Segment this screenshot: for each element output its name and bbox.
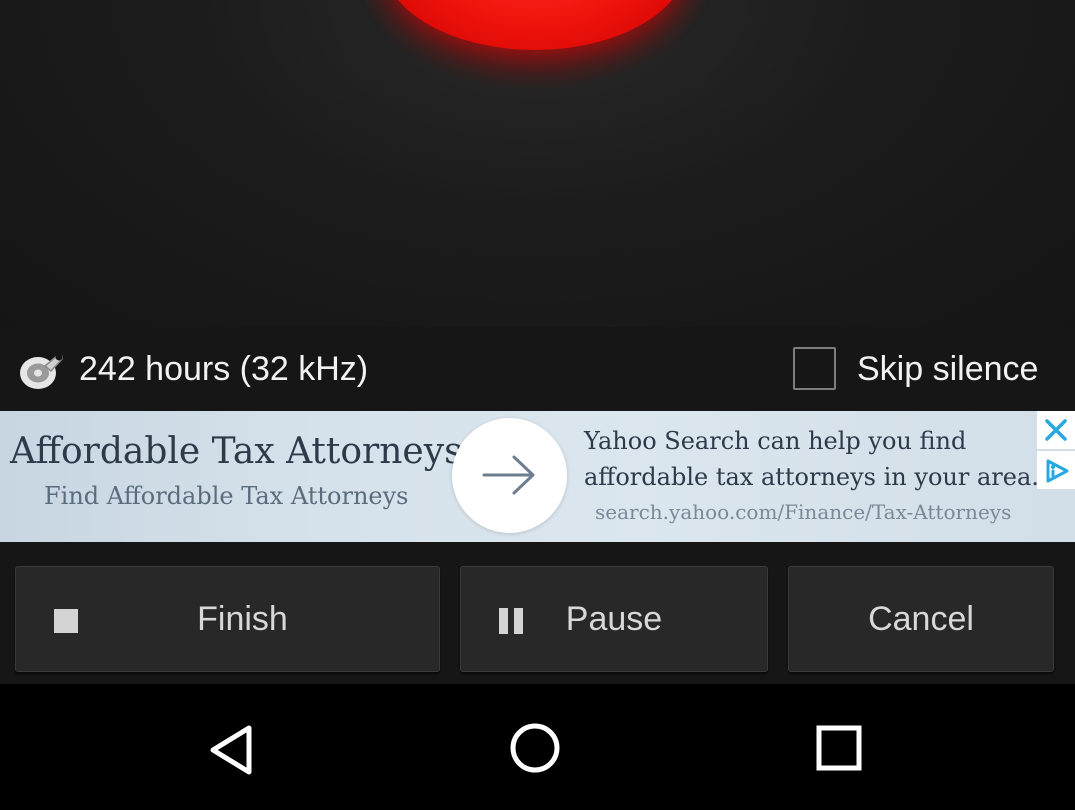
skip-silence-label[interactable]: Skip silence [857,347,1038,391]
pause-label: Pause [565,599,663,638]
skip-silence-checkbox[interactable] [793,347,836,390]
ad-banner[interactable]: Affordable Tax Attorneys Find Affordable… [0,411,1075,542]
home-circle-icon[interactable] [507,722,563,778]
ad-arrow-button[interactable] [452,418,567,533]
finish-label: Finish [197,599,288,638]
recording-duration: 242 hours (32 kHz) [79,350,369,388]
ad-close-button[interactable] [1037,411,1075,449]
ad-title[interactable]: Affordable Tax Attorneys [10,429,463,475]
close-icon [1045,419,1067,441]
ad-subtitle[interactable]: Find Affordable Tax Attorneys [44,481,408,511]
action-bar: Finish Pause Cancel [0,542,1075,684]
back-triangle-icon[interactable] [205,722,261,778]
disk-wrench-icon [20,353,63,389]
ad-url[interactable]: search.yahoo.com/Finance/Tax-Attorneys [595,499,1011,525]
adchoices-icon [1046,459,1069,483]
cancel-button[interactable]: Cancel [788,566,1054,672]
arrow-right-icon [482,455,535,495]
record-area [0,0,1075,327]
recents-square-icon[interactable] [811,722,867,778]
cancel-label: Cancel [868,599,974,638]
recorder-screen: 242 hours (32 kHz) Skip silence Affordab… [0,0,1075,810]
adchoices-button[interactable] [1037,451,1075,489]
pause-button[interactable]: Pause [460,566,768,672]
ad-description[interactable]: Yahoo Search can help you find affordabl… [584,423,1044,495]
recording-info-bar: 242 hours (32 kHz) Skip silence [0,327,1075,411]
stop-icon [54,609,78,633]
system-nav-bar [0,684,1075,810]
finish-button[interactable]: Finish [15,566,440,672]
pause-icon [499,608,523,634]
